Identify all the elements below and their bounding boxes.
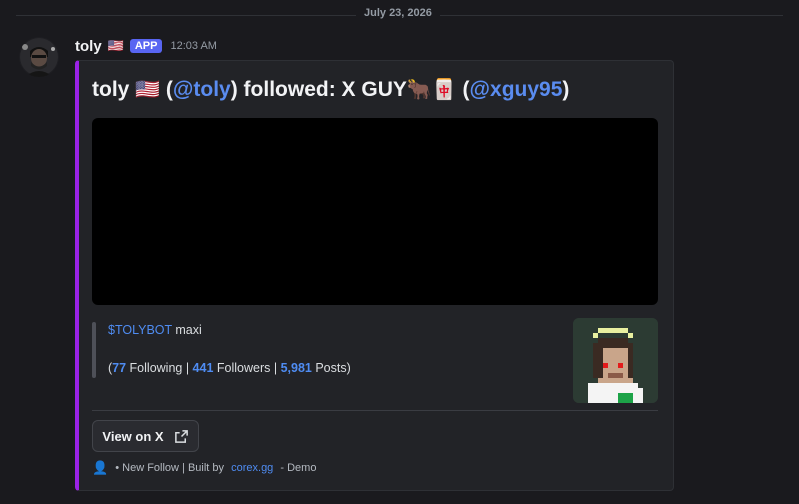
flag-icon: 🇺🇸: [107, 38, 124, 54]
quote-bar: [92, 322, 96, 378]
divider-line-left: [16, 15, 359, 16]
avatar[interactable]: [19, 37, 59, 77]
person-icon: 👤: [92, 460, 109, 475]
message-header: toly 🇺🇸 APP 12:03 AM: [75, 37, 217, 55]
description-stats: (77 Following | 441 Followers | 5,981 Po…: [108, 361, 351, 375]
embed-image[interactable]: [92, 118, 658, 305]
title-flag-icon: 🇺🇸: [135, 79, 161, 101]
followers-count: 441: [192, 361, 214, 375]
embed-title: toly 🇺🇸 ( @toly ) followed: X GUY 🐂 🀄 ( …: [92, 77, 569, 102]
footer-suffix: - Demo: [277, 462, 317, 474]
footer-text: • New Follow | Built by: [112, 462, 228, 474]
posts-label: Posts): [311, 361, 351, 375]
title-name: toly: [92, 77, 130, 101]
corex-link[interactable]: corex.gg: [231, 462, 273, 474]
title-handle-link[interactable]: @toly: [173, 78, 231, 102]
following-label: Following |: [126, 361, 193, 375]
embed-separator: [92, 410, 658, 411]
divider-date: July 23, 2026: [356, 7, 440, 19]
ox-icon: 🐂: [406, 79, 432, 101]
embed-footer: 👤 • New Follow | Built by corex.gg - Dem…: [92, 460, 316, 476]
title-open-paren-2: (: [456, 77, 470, 101]
title-followed-text: ) followed: X GUY: [230, 77, 407, 101]
posts-count: 5,981: [280, 361, 312, 375]
pixel-art-avatar-icon: [573, 318, 658, 403]
embed-card: toly 🇺🇸 ( @toly ) followed: X GUY 🐂 🀄 ( …: [75, 60, 674, 491]
description-suffix: maxi: [171, 323, 202, 337]
view-on-x-label: View on X: [102, 428, 164, 444]
title-handle-link-2[interactable]: @xguy95: [470, 78, 563, 102]
view-on-x-button[interactable]: View on X: [92, 420, 199, 452]
title-open-paren: (: [160, 77, 173, 101]
mahjong-tile-icon: 🀄: [431, 79, 457, 101]
divider-line-right: [440, 15, 783, 16]
following-count: 77: [112, 361, 127, 375]
embed-thumbnail[interactable]: [573, 318, 658, 403]
username[interactable]: toly: [75, 38, 102, 55]
followers-label: Followers |: [213, 361, 281, 375]
user-avatar-icon: [19, 37, 59, 77]
date-divider: July 23, 2026: [0, 7, 799, 19]
title-close-paren: ): [562, 77, 570, 101]
external-link-icon: [174, 429, 188, 443]
description-line-1: $TOLYBOT maxi: [108, 323, 202, 337]
app-badge: APP: [129, 39, 163, 53]
tolybot-link[interactable]: $TOLYBOT: [108, 323, 172, 337]
message-timestamp[interactable]: 12:03 AM: [170, 40, 216, 52]
